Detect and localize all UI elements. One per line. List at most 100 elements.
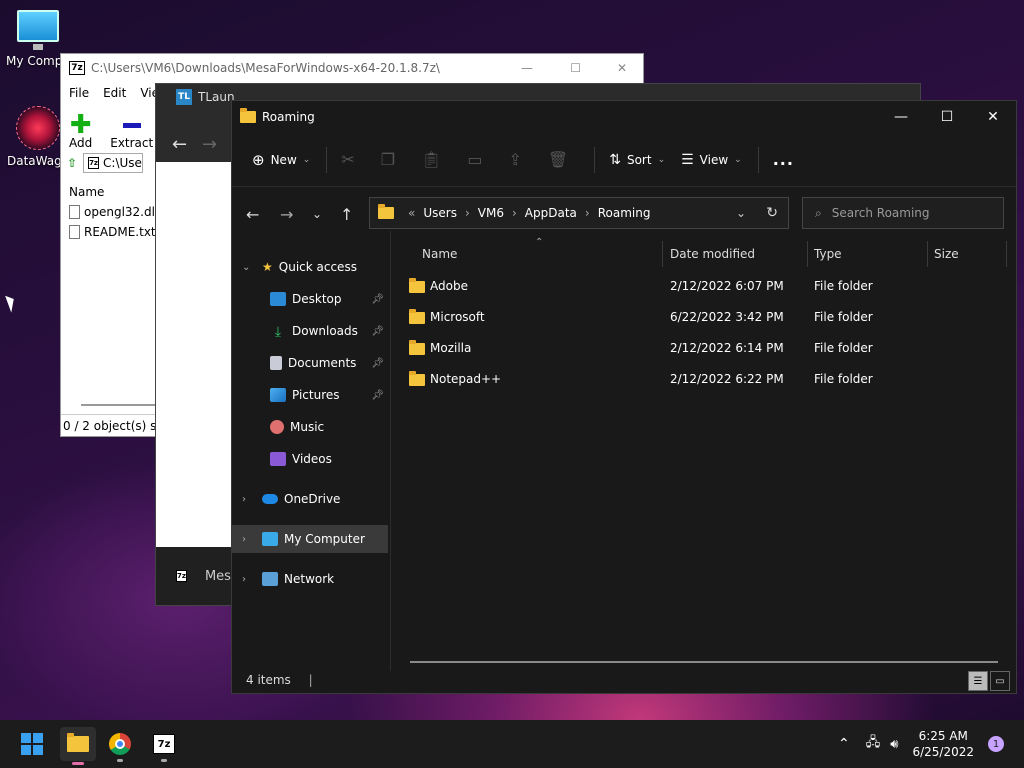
explorer-title: Roaming [262, 110, 315, 124]
menu-file[interactable]: File [69, 86, 89, 100]
divider [326, 146, 328, 173]
sidebar-item-documents[interactable]: Documents 📌︎ [232, 349, 388, 377]
downloads-icon: ⤓ [274, 324, 282, 340]
pin-icon[interactable]: 📌︎ [371, 294, 384, 305]
share-icon[interactable]: ⇪ [509, 150, 522, 169]
pin-icon[interactable]: 📌︎ [371, 326, 384, 337]
overflow-icon[interactable]: « [408, 206, 415, 220]
view-button[interactable]: ☰ View ⌄ [681, 152, 742, 168]
documents-icon [270, 356, 282, 370]
new-button[interactable]: ⊕ New ⌄ [252, 151, 310, 169]
sidebar-item-network[interactable]: › Network [232, 565, 388, 593]
divider: | [308, 673, 313, 687]
sidebar-item-downloads[interactable]: ⤓ Downloads 📌︎ [232, 317, 388, 345]
pictures-icon [270, 388, 286, 402]
view-toggle: ☰ ▭ [968, 671, 1010, 691]
rename-icon[interactable]: ▭ [467, 150, 482, 169]
start-button[interactable] [18, 730, 46, 758]
desktop-icon [270, 292, 286, 306]
explorer-titlebar[interactable]: Roaming — ☐ ✕ [232, 101, 1016, 133]
sevenzip-hscroll[interactable] [81, 404, 155, 406]
up-arrow-icon[interactable]: ↑ [340, 205, 353, 224]
minimize-button[interactable]: — [878, 101, 924, 133]
address-dropdown-icon[interactable]: ⌄ [736, 206, 746, 220]
breadcrumb-vm6[interactable]: VM6 [478, 206, 504, 220]
close-icon[interactable]: ✕ [617, 61, 627, 75]
pin-icon[interactable]: 📌︎ [371, 358, 384, 369]
cut-icon[interactable]: ✂ [341, 150, 354, 169]
tlaunch-bottom-item[interactable]: 7z Mesa [156, 547, 239, 605]
tlaunch-content [156, 162, 234, 550]
table-row[interactable]: Notepad++ 2/12/2022 6:22 PM File folder [391, 364, 1011, 394]
address-bar[interactable]: « Users › VM6 › AppData › Roaming ⌄ ↻ [369, 197, 789, 229]
clock[interactable]: 6:25 AM 6/25/2022 [912, 728, 974, 760]
up-folder-icon[interactable]: ⇧ [67, 156, 77, 170]
sort-button[interactable]: ⇅ Sort ⌄ [609, 152, 665, 168]
sevenzip-address-field[interactable]: 7z C:\User [83, 153, 144, 173]
maximize-icon[interactable]: ☐ [570, 61, 581, 75]
back-arrow-icon[interactable]: ← [246, 205, 259, 224]
sidebar-item-onedrive[interactable]: › OneDrive [232, 485, 388, 513]
tiles-view-icon[interactable]: ▭ [990, 671, 1010, 691]
extract-button[interactable]: Extract [110, 115, 153, 150]
forward-arrow-icon[interactable]: → [202, 134, 217, 155]
copy-icon[interactable]: ❐ [381, 150, 395, 169]
close-button[interactable]: ✕ [970, 101, 1016, 133]
computer-icon [262, 532, 278, 546]
paste-icon[interactable]: 📋︎ [421, 150, 441, 169]
taskbar-7zip[interactable]: 7z [150, 730, 178, 762]
menu-edit[interactable]: Edit [103, 86, 126, 100]
status-bar: 4 items | [246, 673, 313, 687]
breadcrumb-users[interactable]: Users [423, 206, 457, 220]
sidebar-item-my-computer[interactable]: › My Computer [232, 525, 388, 553]
add-button[interactable]: ✚ Add [69, 112, 92, 150]
chevron-right-icon: › [242, 493, 246, 505]
datawagon-icon [16, 106, 60, 150]
divider [757, 146, 759, 173]
table-row[interactable]: Adobe 2/12/2022 6:07 PM File folder [391, 271, 1011, 301]
column-header-type[interactable]: Type [814, 247, 842, 261]
forward-arrow-icon[interactable]: → [280, 205, 293, 224]
details-view-icon[interactable]: ☰ [968, 671, 988, 691]
sidebar-item-videos[interactable]: Videos [232, 445, 388, 473]
divider [807, 241, 808, 267]
volume-icon[interactable]: 🔊︎ [890, 737, 898, 752]
horizontal-scrollbar[interactable] [410, 661, 998, 663]
archive-icon: 7z [176, 570, 187, 582]
column-header-date[interactable]: Date modified [670, 247, 755, 261]
breadcrumb-appdata[interactable]: AppData [525, 206, 577, 220]
folder-icon [409, 278, 425, 293]
taskbar-chrome[interactable] [106, 730, 134, 762]
sidebar-item-pictures[interactable]: Pictures 📌︎ [232, 381, 388, 409]
column-header-name[interactable]: Name [422, 247, 457, 261]
table-row[interactable]: Mozilla 2/12/2022 6:14 PM File folder [391, 333, 1011, 363]
divider [594, 146, 596, 173]
minimize-icon[interactable]: — [521, 61, 533, 75]
notification-badge[interactable]: 1 [988, 736, 1004, 752]
table-row[interactable]: Microsoft 6/22/2022 3:42 PM File folder [391, 302, 1011, 332]
running-indicator [117, 759, 123, 762]
network-icon[interactable]: 🖧︎ [866, 733, 881, 755]
delete-icon[interactable]: 🗑︎ [548, 150, 568, 169]
maximize-button[interactable]: ☐ [924, 101, 970, 133]
refresh-icon[interactable]: ↻ [766, 205, 778, 221]
videos-icon [270, 452, 286, 466]
sevenzip-titlebar[interactable]: 7z C:\Users\VM6\Downloads\MesaForWindows… [61, 54, 643, 82]
chevron-up-icon[interactable]: ⌃ [838, 736, 850, 752]
system-tray: ⌃ 🖧︎ 🔊︎ 6:25 AM 6/25/2022 1 [838, 720, 1024, 768]
explorer-window[interactable]: Roaming — ☐ ✕ ⊕ New ⌄ ✂ ❐ 📋︎ ▭ ⇪ 🗑︎ ⇅ So… [231, 100, 1017, 694]
star-icon: ★ [262, 260, 273, 274]
more-options-button[interactable]: ... [773, 150, 794, 169]
taskbar-file-explorer[interactable] [60, 727, 96, 765]
sidebar-item-desktop[interactable]: Desktop 📌︎ [232, 285, 388, 313]
breadcrumb-roaming[interactable]: Roaming [598, 206, 651, 220]
back-arrow-icon[interactable]: ← [172, 134, 187, 155]
recent-locations-icon[interactable]: ⌄ [312, 207, 322, 221]
sidebar-item-quick-access[interactable]: ⌄ ★ Quick access [232, 253, 388, 281]
pin-icon[interactable]: 📌︎ [371, 390, 384, 401]
search-input[interactable]: ⌕ Search Roaming [802, 197, 1004, 229]
folder-icon [67, 733, 89, 752]
folder-icon [409, 340, 425, 355]
sidebar-item-music[interactable]: Music [232, 413, 388, 441]
column-header-size[interactable]: Size [934, 247, 959, 261]
